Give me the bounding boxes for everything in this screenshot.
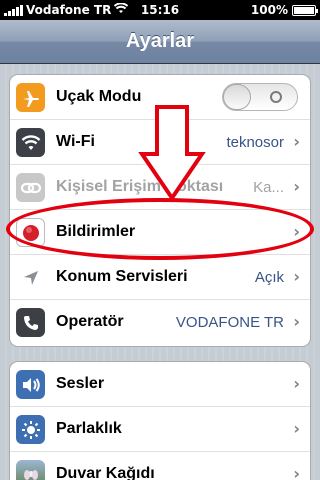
row-label: Uçak Modu: [56, 88, 142, 105]
speaker-icon: [16, 370, 45, 399]
annotation-ellipse: [6, 198, 314, 260]
row-wallpaper[interactable]: Duvar Kağıdı ›: [10, 452, 310, 480]
row-value: VODAFONE TR: [175, 314, 284, 331]
navigation-bar: Ayarlar: [0, 20, 320, 64]
location-icon: [16, 263, 45, 292]
brightness-icon: [16, 415, 45, 444]
row-value: teknosor: [226, 134, 284, 151]
status-bar: Vodafone TR 15:16 100%: [0, 0, 320, 20]
chevron-right-icon: ›: [293, 312, 300, 331]
battery-icon: [292, 4, 318, 16]
chevron-right-icon: ›: [293, 177, 300, 196]
row-label: Operatör: [56, 313, 124, 330]
toggle-knob: [223, 84, 251, 110]
row-carrier[interactable]: Operatör VODAFONE TR ›: [10, 300, 310, 345]
off-indicator-icon: [270, 91, 282, 103]
row-label: Duvar Kağıdı: [56, 465, 155, 480]
battery-percent: 100%: [250, 3, 288, 17]
wallpaper-icon: [16, 460, 45, 480]
row-label: Parlaklık: [56, 420, 122, 437]
wifi-icon: [16, 128, 45, 157]
chevron-right-icon: ›: [293, 464, 300, 480]
row-location-services[interactable]: Konum Servisleri Açık ›: [10, 255, 310, 300]
row-brightness[interactable]: Parlaklık ›: [10, 407, 310, 452]
settings-group-2: Sesler › Parlaklık › Duvar Kağıdı ›: [9, 361, 311, 480]
chevron-right-icon: ›: [293, 267, 300, 286]
phone-icon: [16, 308, 45, 337]
chevron-right-icon: ›: [293, 374, 300, 393]
row-sounds[interactable]: Sesler ›: [10, 362, 310, 407]
row-value: Ka...: [253, 179, 284, 196]
chevron-right-icon: ›: [293, 419, 300, 438]
row-label: Konum Servisleri: [56, 268, 188, 285]
chevron-right-icon: ›: [293, 132, 300, 151]
row-label: Sesler: [56, 375, 105, 392]
row-label: Wi-Fi: [56, 133, 95, 150]
page-title: Ayarlar: [125, 30, 195, 52]
row-value: Açık: [254, 269, 284, 286]
annotation-arrow-icon: [138, 105, 206, 202]
personal-hotspot-icon: [16, 173, 45, 202]
airplane-icon: [16, 83, 45, 112]
airplane-mode-toggle[interactable]: [222, 83, 298, 111]
